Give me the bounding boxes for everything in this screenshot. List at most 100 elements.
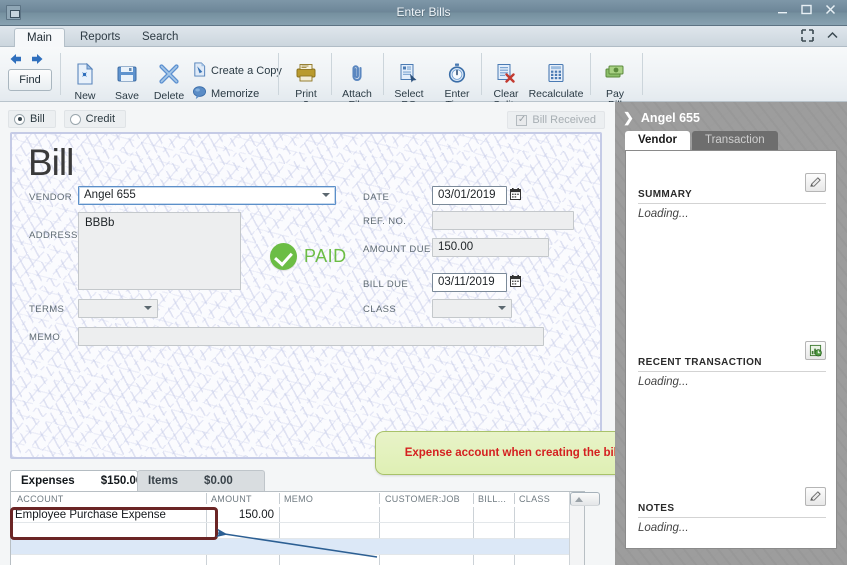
- memorize-label: Memorize: [211, 88, 260, 100]
- summary-heading: SUMMARY: [638, 189, 826, 204]
- amount-due-label: AMOUNT DUE: [363, 244, 431, 255]
- bill-due-calendar-icon[interactable]: [510, 275, 521, 290]
- memorize-cloud-icon: [192, 85, 207, 103]
- tab-items[interactable]: Items $0.00: [137, 470, 265, 491]
- ribbon-toolbar: Find New Save Delete Create a Copy Memor…: [0, 47, 847, 111]
- bill-received-label: Bill Received: [532, 114, 596, 126]
- tab-expenses-label: Expenses: [21, 475, 75, 487]
- next-arrow-icon[interactable]: [29, 52, 45, 69]
- stopwatch-icon: [434, 63, 480, 86]
- cell-billable[interactable]: [474, 507, 513, 523]
- calculator-icon: [525, 63, 587, 86]
- radio-credit[interactable]: Credit: [63, 110, 127, 128]
- window-title: Enter Bills: [396, 5, 451, 19]
- sidebar-vendor-name: Angel 655: [640, 111, 700, 125]
- grid-scrollbar[interactable]: [569, 492, 600, 565]
- annotation-arrow-icon: [215, 528, 378, 558]
- previous-arrow-icon[interactable]: [8, 52, 24, 69]
- sidebar-tab-vendor[interactable]: Vendor: [625, 131, 690, 150]
- sidebar-section-recent-transaction: RECENT TRANSACTION Loading...: [638, 357, 826, 388]
- address-field[interactable]: BBBb: [78, 212, 241, 290]
- ribbon-controls: [801, 29, 839, 45]
- recent-transaction-heading: RECENT TRANSACTION: [638, 357, 826, 372]
- new-button[interactable]: New: [62, 59, 108, 102]
- recalculate-button[interactable]: Recalculate: [525, 59, 587, 100]
- annotation-callout-text: Expense account when creating the bill.: [404, 447, 624, 459]
- cell-amount[interactable]: 150.00: [207, 507, 278, 523]
- vendor-dropdown-arrow-icon[interactable]: [322, 193, 330, 197]
- chevron-right-icon[interactable]: ❯: [623, 110, 634, 126]
- summary-value: Loading...: [638, 208, 689, 220]
- radio-credit-indicator: [69, 113, 81, 125]
- sidebar-header: ❯ Angel 655: [623, 110, 700, 126]
- find-button[interactable]: Find: [8, 69, 52, 91]
- paid-stamp: PAID: [270, 243, 347, 270]
- form-background-pattern: [12, 134, 600, 457]
- print-button[interactable]: Print ▼: [283, 59, 329, 107]
- memorize-button[interactable]: Memorize: [192, 84, 282, 104]
- memo-input[interactable]: [78, 327, 544, 346]
- date-calendar-icon[interactable]: [510, 188, 521, 203]
- bill-received-checkbox-box: [516, 114, 528, 126]
- memo-label: MEMO: [29, 332, 61, 343]
- class-label: CLASS: [363, 304, 397, 315]
- column-header-memo: MEMO: [284, 494, 314, 504]
- enter-bills-window: Enter Bills Main Reports Search Find New…: [0, 0, 847, 565]
- vendor-input[interactable]: Angel 655: [78, 186, 336, 205]
- amount-due-input[interactable]: 150.00: [432, 238, 549, 257]
- save-button[interactable]: Save: [104, 59, 150, 102]
- minimize-icon[interactable]: [777, 4, 791, 15]
- radio-bill[interactable]: Bill: [8, 110, 56, 128]
- radio-credit-label: Credit: [85, 113, 116, 125]
- bill-due-input[interactable]: 03/11/2019: [432, 273, 507, 292]
- tab-items-label: Items: [148, 475, 179, 487]
- tab-main[interactable]: Main: [14, 28, 65, 47]
- paid-check-icon: [270, 243, 297, 270]
- ref-no-input[interactable]: [432, 211, 574, 230]
- radio-bill-label: Bill: [30, 113, 45, 125]
- recent-transaction-report-icon[interactable]: [805, 341, 826, 360]
- cell-customer-job[interactable]: [380, 507, 472, 523]
- cell-class[interactable]: [515, 507, 570, 523]
- class-dropdown-arrow-icon[interactable]: [498, 306, 506, 310]
- paperclip-icon: [334, 63, 380, 86]
- date-input[interactable]: 03/01/2019: [432, 186, 507, 205]
- date-label: DATE: [363, 192, 390, 203]
- notes-edit-pencil-icon[interactable]: [805, 487, 826, 506]
- cell-memo[interactable]: [280, 507, 378, 523]
- annotation-callout: Expense account when creating the bill.: [375, 431, 653, 475]
- vendor-label: VENDOR: [29, 192, 73, 203]
- create-a-copy-button[interactable]: Create a Copy: [192, 61, 282, 81]
- ribbon-tab-bar: Main Reports Search: [0, 26, 847, 47]
- recalculate-label: Recalculate: [528, 88, 584, 100]
- terms-dropdown-arrow-icon[interactable]: [144, 306, 152, 310]
- tab-search[interactable]: Search: [130, 28, 190, 47]
- bill-due-label: BILL DUE: [363, 279, 409, 290]
- summary-edit-pencil-icon[interactable]: [805, 173, 826, 192]
- bill-received-checkbox[interactable]: Bill Received: [507, 111, 605, 129]
- scroll-up-arrow-icon[interactable]: [570, 492, 600, 506]
- expense-item-tabs: Expenses $150.00 Items $0.00: [10, 470, 265, 491]
- tab-reports[interactable]: Reports: [68, 28, 132, 47]
- copy-memorize-group: Create a Copy Memorize: [192, 61, 282, 104]
- notes-value: Loading...: [638, 522, 689, 534]
- ref-no-label: REF. NO.: [363, 216, 407, 227]
- sidebar-tabs: Vendor Transaction: [625, 131, 778, 150]
- tab-expenses[interactable]: Expenses $150.00: [10, 470, 142, 491]
- cell-account[interactable]: Employee Purchase Expense: [11, 507, 206, 523]
- sidebar-tab-transaction[interactable]: Transaction: [691, 131, 778, 150]
- select-po-icon: [386, 63, 432, 86]
- close-icon[interactable]: [825, 4, 839, 15]
- address-label: ADDRESS: [29, 230, 78, 241]
- notes-heading: NOTES: [638, 503, 826, 518]
- table-row[interactable]: Employee Purchase Expense 150.00: [11, 507, 584, 523]
- printer-icon: [283, 63, 329, 86]
- tab-items-amount: $0.00: [204, 475, 233, 487]
- maximize-icon[interactable]: [801, 4, 815, 15]
- save-disk-icon: [104, 63, 150, 88]
- chevron-up-icon[interactable]: [826, 29, 839, 45]
- sidebar-section-summary: SUMMARY Loading...: [638, 189, 826, 220]
- delete-label: Delete: [153, 90, 185, 102]
- expand-icon[interactable]: [801, 29, 814, 45]
- new-label: New: [74, 90, 96, 102]
